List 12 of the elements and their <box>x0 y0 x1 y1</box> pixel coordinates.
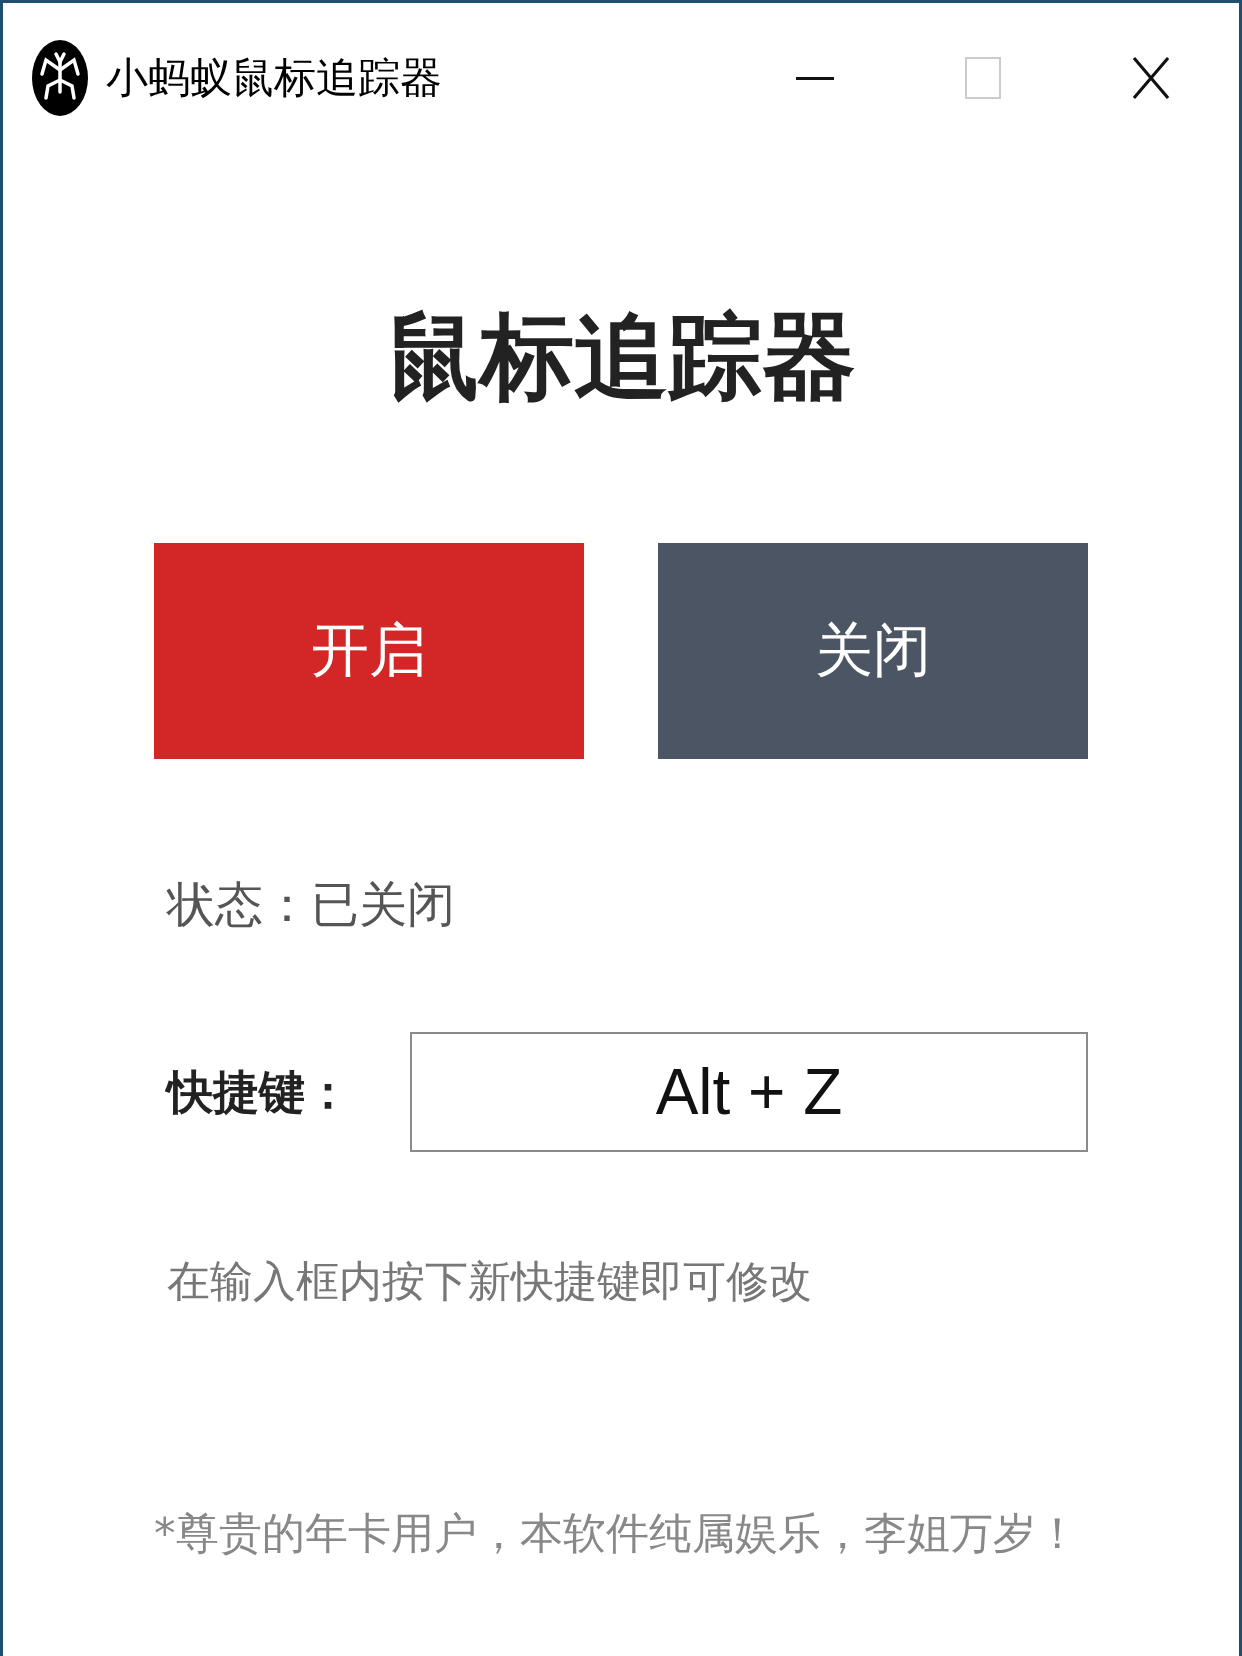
footer-note: *尊贵的年卡用户，本软件纯属娱乐，李姐万岁！ <box>154 1506 1080 1560</box>
start-button[interactable]: 开启 <box>154 542 584 759</box>
shortcut-field[interactable]: Alt + Z <box>410 1031 1088 1152</box>
shortcut-label: 快捷键： <box>167 1063 351 1121</box>
status-text: 状态：已关闭 <box>165 874 456 934</box>
hint-text: 在输入框内按下新快捷键即可修改 <box>166 1254 813 1308</box>
logo-icon <box>32 40 88 116</box>
app-heading: 鼠标追踪器 <box>385 301 857 413</box>
window-title: 小蚂蚁鼠标追踪器 <box>106 52 442 104</box>
minimize-icon[interactable] <box>796 76 834 80</box>
close-icon[interactable] <box>1133 57 1169 99</box>
stop-button[interactable]: 关闭 <box>658 542 1088 759</box>
